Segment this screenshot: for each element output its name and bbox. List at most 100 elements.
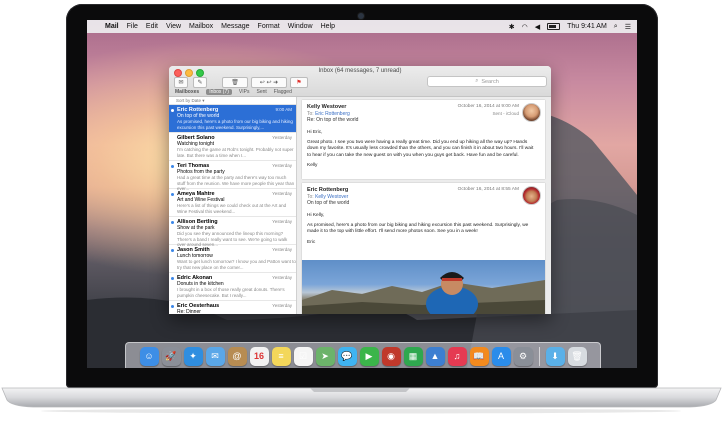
flag-icon: ⚑ (296, 80, 302, 86)
message-list: Sort by Date ▾ Eric Rottenberg 9:00 AM On … (169, 97, 297, 314)
list-item[interactable]: Eric Oesterhaus Yesterday Re: Dinner (169, 301, 296, 314)
menu-message[interactable]: Message (221, 23, 249, 30)
message-preview: I brought in a box of those really great… (177, 287, 285, 298)
attached-photo[interactable] (302, 260, 545, 314)
menu-file[interactable]: File (127, 23, 138, 30)
trash-icon[interactable]: 🗑 (567, 346, 587, 366)
message-body: Hi Kelly, As promised, here's a photo fr… (307, 213, 537, 250)
envelope-icon: ✉ (178, 80, 184, 86)
finder-icon[interactable]: ☺ (139, 346, 159, 366)
menu-help[interactable]: Help (321, 23, 335, 30)
itunes-icon[interactable]: ♫ (447, 346, 467, 366)
message-date: Yesterday (272, 247, 292, 252)
reply-icon: ↩ ↩ ➜ (259, 80, 279, 86)
message-subject: On top of the world (307, 200, 350, 206)
message-date: Yesterday (272, 135, 292, 140)
unread-dot-icon (171, 109, 174, 112)
status-area: ✱ ◠ ◀ Thu 9:41 AM ⌕ ☰ (509, 20, 631, 33)
message-preview: As promised, here's a photo from our big… (177, 119, 293, 130)
message-card-original: Eric Rottenberg To: Kelly Westover On to… (302, 183, 545, 314)
list-item[interactable]: Gilbert Solano Yesterday Watching tonight I… (169, 133, 296, 161)
notification-center-icon[interactable]: ☰ (625, 23, 631, 31)
desktop: Mail File Edit View Mailbox Message Form… (87, 20, 637, 368)
menu-format[interactable]: Format (258, 23, 280, 30)
menu-bar: Mail File Edit View Mailbox Message Form… (87, 20, 637, 33)
laptop-base (1, 387, 722, 414)
volume-icon[interactable]: ◀ (535, 23, 540, 31)
message-date: 9:00 AM (275, 107, 292, 112)
avatar (522, 186, 541, 205)
message-date: Yesterday (272, 219, 292, 224)
message-date: Yesterday (272, 163, 292, 168)
body-paragraph: Great photo. I see you two were having a… (307, 140, 534, 158)
facetime-icon[interactable]: ▶ (359, 346, 379, 366)
message-date: Yesterday (272, 303, 292, 308)
message-card-reply: Kelly Westover To: Eric Rottenberg Re: O… (302, 100, 545, 179)
search-icon: ⌕ (475, 78, 479, 84)
search-field[interactable]: ⌕ Search (427, 76, 547, 87)
reading-pane: Kelly Westover To: Eric Rottenberg Re: O… (297, 97, 551, 314)
maps-icon[interactable]: ➤ (315, 346, 335, 366)
unread-dot-icon (171, 165, 174, 168)
calendar-icon[interactable]: 16 (249, 346, 269, 366)
battery-icon[interactable] (547, 23, 561, 30)
message-date: October 16, 2014 at 8:55 AM (457, 187, 519, 192)
ibooks-icon[interactable]: 📖 (469, 346, 489, 366)
body-paragraph: Eric (307, 239, 316, 245)
message-mailbox: Sent - iCloud (492, 111, 519, 116)
camera-icon (358, 13, 364, 19)
message-date: Yesterday (272, 275, 292, 280)
bluetooth-icon[interactable]: ✱ (509, 23, 515, 31)
list-item[interactable]: Teri Thomas Yesterday Photos from the part… (169, 161, 296, 191)
list-item[interactable]: Allison Bertling Yesterday Show at the par… (169, 217, 296, 247)
unread-dot-icon (171, 193, 174, 196)
messages-icon[interactable]: 💬 (337, 346, 357, 366)
menu-window[interactable]: Window (288, 23, 313, 30)
list-item[interactable]: Ameya Mahtre Yesterday Art and Wine Festiv… (169, 189, 296, 217)
app-store-icon[interactable]: A (491, 346, 511, 366)
unread-dot-icon (171, 305, 174, 308)
favorites-sent[interactable]: Sent (256, 89, 266, 95)
dock: ☺ 🚀 ✦ ✉ @16 ≡ ☑ ➤ 💬 ▶ ◉ ▦ ▲ ♫ 📖 A ⚙ ⬇ 🗑 (125, 342, 601, 368)
launchpad-icon[interactable]: 🚀 (161, 346, 181, 366)
message-subject: Re: On top of the world (307, 117, 359, 123)
mail-icon[interactable]: ✉ (205, 346, 225, 366)
list-item[interactable]: Eric Rottenberg 9:00 AM On top of the worl… (169, 105, 296, 133)
sort-control[interactable]: Sort by Date ▾ (169, 97, 296, 105)
photo-booth-icon[interactable]: ◉ (381, 346, 401, 366)
safari-icon[interactable]: ✦ (183, 346, 203, 366)
menu-view[interactable]: View (166, 23, 181, 30)
favorites-flagged[interactable]: Flagged (274, 89, 292, 95)
wifi-icon[interactable]: ◠ (522, 23, 528, 31)
menu-clock[interactable]: Thu 9:41 AM (567, 23, 607, 30)
trash-icon: 🗑 (231, 80, 239, 86)
contacts-icon[interactable]: @ (227, 346, 247, 366)
mail-window: Inbox (64 messages, 7 unread) ✉ ✎ 🗑 ↩ ↩ … (169, 66, 551, 314)
favorites-inbox[interactable]: Inbox (7) (206, 88, 232, 95)
numbers-icon[interactable]: ▦ (403, 346, 423, 366)
search-placeholder: Search (481, 78, 499, 85)
spotlight-icon[interactable]: ⌕ (614, 23, 618, 31)
list-item[interactable]: Edric Akonan Yesterday Donuts in the kitch… (169, 273, 296, 301)
favorites-vips[interactable]: VIPs (239, 89, 250, 95)
photo-scene (302, 272, 545, 314)
message-preview: I'm catching the game at Rob's tonight. … (177, 147, 294, 158)
message-from: Eric Rottenberg (307, 187, 349, 193)
message-date: Yesterday (272, 191, 292, 196)
message-date: October 16, 2014 at 9:00 AM (457, 104, 519, 109)
message-body: Hi Eric, Great photo. I see you two were… (307, 130, 537, 173)
list-item[interactable]: Jason Smith Yesterday Lunch tomorrow Want t… (169, 245, 296, 273)
dock-separator (538, 346, 540, 366)
reminders-icon[interactable]: ☑ (293, 346, 313, 366)
downloads-folder-icon[interactable]: ⬇ (545, 346, 565, 366)
unread-dot-icon (171, 277, 174, 280)
notes-icon[interactable]: ≡ (271, 346, 291, 366)
menu-app[interactable]: Mail (105, 23, 119, 30)
keynote-icon[interactable]: ▲ (425, 346, 445, 366)
system-preferences-icon[interactable]: ⚙ (513, 346, 533, 366)
message-preview: Want to get lunch tomorrow? I know you a… (177, 259, 296, 270)
body-paragraph: Kelly (307, 162, 318, 168)
menu-mailbox[interactable]: Mailbox (189, 23, 213, 30)
favorites-mailboxes[interactable]: Mailboxes (175, 89, 199, 95)
menu-edit[interactable]: Edit (146, 23, 158, 30)
